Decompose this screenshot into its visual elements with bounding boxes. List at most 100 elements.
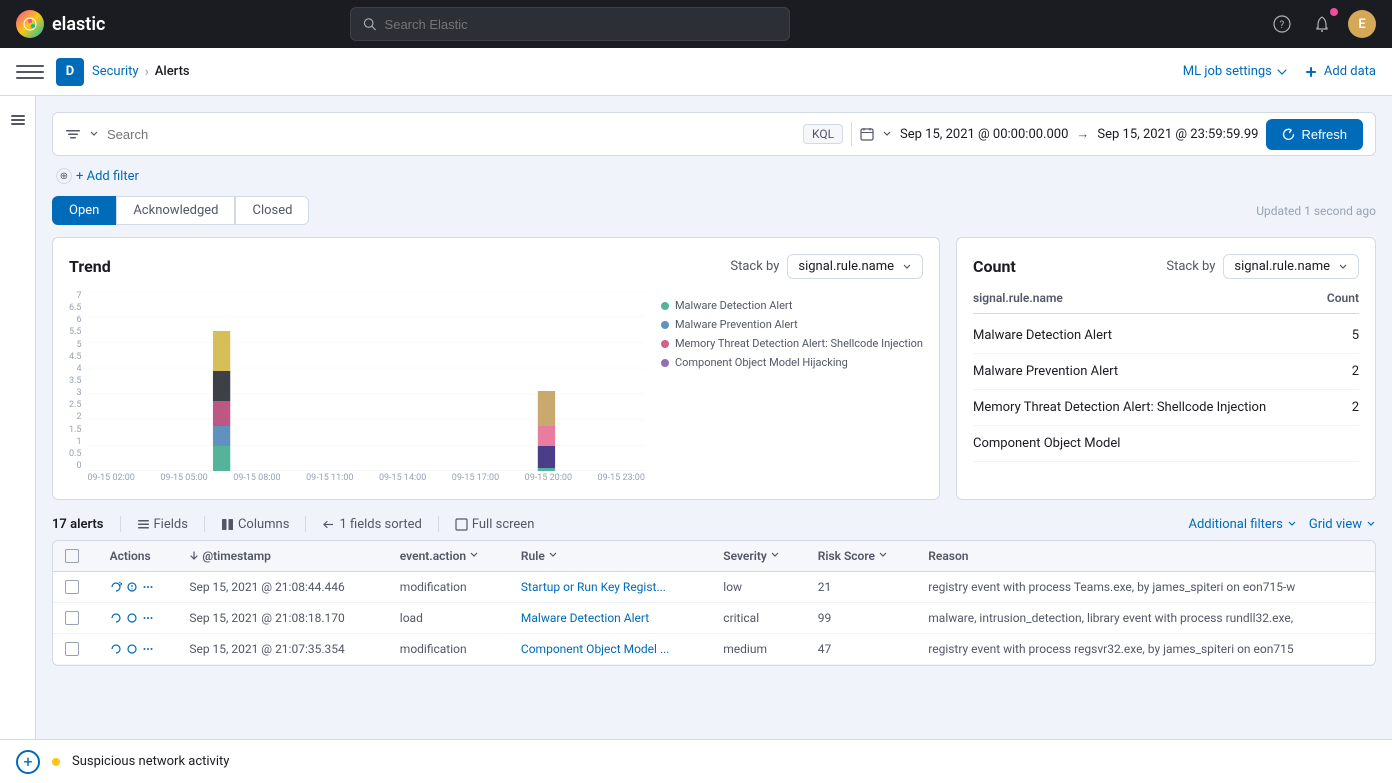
- trend-stack-by-select[interactable]: signal.rule.name: [787, 254, 923, 279]
- count-row-2: Memory Threat Detection Alert: Shellcode…: [973, 390, 1359, 426]
- th-risk-score[interactable]: Risk Score: [806, 541, 917, 572]
- search-icon: [363, 17, 376, 31]
- expand-icon-1[interactable]: [110, 612, 122, 624]
- kql-badge[interactable]: KQL: [803, 124, 843, 144]
- x-label-1: 09-15 05:00: [160, 473, 207, 483]
- add-circle-button[interactable]: +: [16, 750, 40, 774]
- th-reason: Reason: [916, 541, 1375, 572]
- trend-svg: [88, 291, 645, 471]
- fullscreen-button[interactable]: Full screen: [455, 517, 535, 532]
- select-all-checkbox[interactable]: [65, 549, 79, 563]
- trend-legend: Malware Detection Alert Malware Preventi…: [645, 291, 923, 483]
- rule-link-0[interactable]: Startup or Run Key Regist...: [521, 580, 666, 594]
- tab-acknowledged[interactable]: Acknowledged: [116, 196, 235, 225]
- more-icon-1[interactable]: [142, 612, 154, 624]
- user-avatar[interactable]: E: [1348, 10, 1376, 38]
- fields-button[interactable]: Fields: [137, 517, 188, 532]
- expand-icon-2[interactable]: [110, 643, 122, 655]
- th-timestamp[interactable]: @timestamp: [177, 541, 387, 572]
- count-stack-by-select[interactable]: signal.rule.name: [1223, 254, 1359, 279]
- alerts-table: Actions @timestamp event.action Rule: [53, 541, 1375, 665]
- trend-stack-by: Stack by signal.rule.name: [730, 254, 923, 279]
- add-data-button[interactable]: Add data: [1304, 64, 1376, 79]
- secondary-navigation: D Security › Alerts ML job settings Add …: [0, 48, 1392, 96]
- row-checkbox-2[interactable]: [65, 642, 79, 656]
- breadcrumb: D Security › Alerts: [56, 58, 190, 86]
- investigate-icon-2[interactable]: [126, 643, 138, 655]
- count-col-count-header: Count: [1299, 291, 1359, 305]
- table-header-row: Actions @timestamp event.action Rule: [53, 541, 1375, 572]
- td-severity-0: low: [711, 572, 805, 603]
- count-row-3: Component Object Model: [973, 426, 1359, 462]
- td-actions-1: [98, 603, 178, 634]
- th-actions[interactable]: Actions: [98, 541, 178, 572]
- tab-open[interactable]: Open: [52, 196, 116, 225]
- th-rule[interactable]: Rule: [509, 541, 711, 572]
- fullscreen-label: Full screen: [472, 517, 535, 532]
- main-content: KQL Sep 15, 2021 @ 00:00:00.000 → Sep 15…: [0, 96, 1392, 783]
- breadcrumb-alerts: Alerts: [155, 64, 190, 79]
- expand-icon-0[interactable]: [110, 581, 122, 593]
- menu-hamburger[interactable]: [16, 58, 44, 86]
- th-severity-label: Severity: [723, 549, 767, 563]
- date-range[interactable]: Sep 15, 2021 @ 00:00:00.000 → Sep 15, 20…: [860, 126, 1258, 142]
- th-checkbox: [53, 541, 98, 572]
- grid-view-button[interactable]: Grid view: [1309, 517, 1376, 532]
- columns-button[interactable]: Columns: [221, 517, 290, 532]
- trend-card: Trend Stack by signal.rule.name 7 6.5: [52, 237, 940, 500]
- toolbar-right: Additional filters Grid view: [1188, 517, 1376, 532]
- sidebar-toggle[interactable]: [0, 96, 36, 783]
- count-table-header: signal.rule.name Count: [973, 291, 1359, 314]
- alerts-toolbar: 17 alerts Fields Columns 1 fields sorted…: [52, 516, 1376, 532]
- ml-job-settings-button[interactable]: ML job settings: [1183, 64, 1288, 79]
- refresh-button[interactable]: Refresh: [1266, 119, 1363, 150]
- x-label-0: 09-15 02:00: [88, 473, 135, 483]
- y-5-5: 5.5: [69, 327, 82, 337]
- date-to: Sep 15, 2021 @ 23:59:59.99: [1097, 127, 1258, 142]
- x-axis-labels: 09-15 02:00 09-15 05:00 09-15 08:00 09-1…: [88, 471, 645, 483]
- search-filter-input[interactable]: [107, 127, 795, 142]
- td-actions-0: [98, 572, 178, 603]
- notifications-icon[interactable]: [1308, 10, 1336, 38]
- table-row-0: Sep 15, 2021 @ 21:08:44.446 modification…: [53, 572, 1375, 603]
- row-checkbox-1[interactable]: [65, 611, 79, 625]
- grid-view-chevron: [1366, 519, 1376, 529]
- elastic-logo[interactable]: elastic: [16, 10, 105, 38]
- sort-label: 1 fields sorted: [339, 517, 421, 532]
- tab-closed[interactable]: Closed: [235, 196, 309, 225]
- th-severity[interactable]: Severity: [711, 541, 805, 572]
- count-row-name-3: Component Object Model: [973, 436, 1299, 451]
- network-status-label[interactable]: Suspicious network activity: [72, 754, 229, 769]
- legend-item-1: Malware Prevention Alert: [661, 318, 923, 331]
- fields-label: Fields: [154, 517, 188, 532]
- rule-link-1[interactable]: Malware Detection Alert: [521, 611, 649, 625]
- td-risk-score-1: 99: [806, 603, 917, 634]
- charts-row: Trend Stack by signal.rule.name 7 6.5: [52, 237, 1376, 500]
- toolbar-sep-1: [204, 516, 205, 532]
- more-icon-0[interactable]: [142, 581, 154, 593]
- chevron-down-icon: [1276, 66, 1288, 78]
- sort-button[interactable]: 1 fields sorted: [322, 517, 421, 532]
- investigate-icon-1[interactable]: [126, 612, 138, 624]
- row-checkbox-0[interactable]: [65, 580, 79, 594]
- help-icon[interactable]: ?: [1268, 10, 1296, 38]
- additional-filters-button[interactable]: Additional filters: [1188, 517, 1296, 532]
- breadcrumb-security[interactable]: Security: [92, 64, 139, 79]
- more-icon-2[interactable]: [142, 643, 154, 655]
- sort-down-icon: [189, 550, 199, 560]
- th-event-action[interactable]: event.action: [388, 541, 509, 572]
- add-filter[interactable]: ⊕ + Add filter: [52, 168, 1376, 184]
- td-reason-1: malware, intrusion_detection, library ev…: [916, 603, 1375, 634]
- legend-dot-3: [661, 359, 669, 367]
- global-search-bar[interactable]: [350, 7, 790, 41]
- count-row-name-1: Malware Prevention Alert: [973, 364, 1299, 379]
- toolbar-sep-3: [438, 516, 439, 532]
- nav-actions: ML job settings Add data: [1183, 64, 1376, 79]
- count-col-name-header: signal.rule.name: [973, 291, 1299, 305]
- investigate-icon-0[interactable]: [126, 581, 138, 593]
- legend-label-0: Malware Detection Alert: [675, 299, 793, 312]
- sort-icon-risk: [878, 550, 888, 560]
- rule-link-2[interactable]: Component Object Model ...: [521, 642, 670, 656]
- global-search-input[interactable]: [385, 17, 778, 32]
- calendar-chevron-icon: [882, 129, 892, 139]
